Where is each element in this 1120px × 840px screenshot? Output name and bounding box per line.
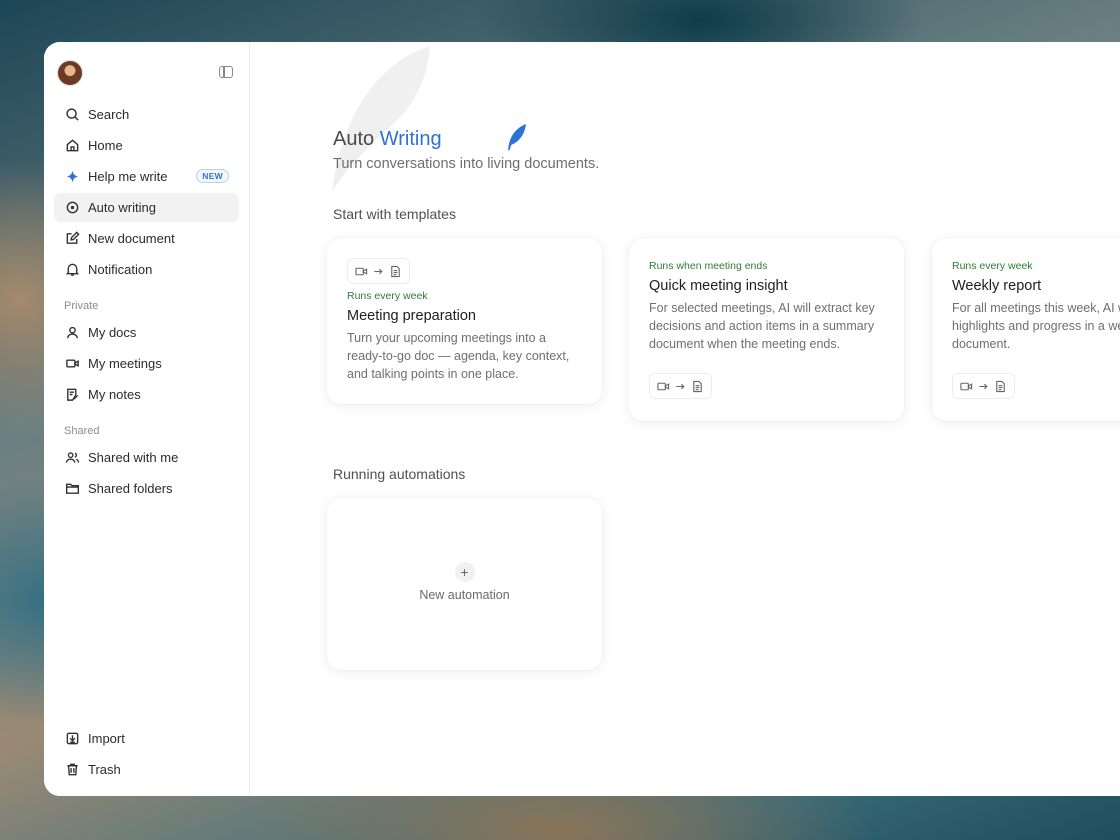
app-window: Search Home Help me write NEW Auto writi… bbox=[44, 42, 1120, 796]
template-card-meeting-preparation[interactable]: Runs every week Meeting preparation Turn… bbox=[327, 238, 602, 404]
video-icon bbox=[657, 382, 670, 390]
nav-item-label: Auto writing bbox=[88, 200, 156, 215]
sidebar-footer: Import Trash bbox=[44, 724, 249, 786]
home-icon bbox=[64, 138, 80, 154]
card-title: Meeting preparation bbox=[347, 308, 476, 324]
card-title: Weekly report bbox=[952, 278, 1042, 294]
nav-item-label: Shared with me bbox=[88, 450, 179, 465]
nav-item-new-document[interactable]: New document bbox=[54, 224, 239, 253]
nav-item-help-me-write[interactable]: Help me write NEW bbox=[54, 162, 239, 191]
nav-item-my-meetings[interactable]: My meetings bbox=[54, 349, 239, 378]
flow-chip bbox=[347, 258, 410, 284]
flow-chip bbox=[952, 373, 1015, 399]
new-automation-card[interactable]: + New automation bbox=[327, 498, 602, 670]
section-label-private: Private bbox=[64, 300, 99, 312]
section-label-shared: Shared bbox=[64, 425, 100, 437]
nav-item-shared-folders[interactable]: Shared folders bbox=[54, 474, 239, 503]
avatar[interactable] bbox=[58, 61, 82, 85]
nav-item-label: My notes bbox=[88, 387, 141, 402]
page-subtitle: Turn conversations into living documents… bbox=[333, 156, 600, 172]
nav-item-label: Shared folders bbox=[88, 481, 173, 496]
private-nav: My docs My meetings My notes bbox=[44, 318, 249, 409]
edit-icon bbox=[64, 231, 80, 247]
feather-icon bbox=[508, 124, 526, 151]
arrow-right-icon bbox=[374, 268, 383, 274]
video-icon bbox=[960, 382, 973, 390]
trash-icon bbox=[64, 762, 80, 778]
templates-heading: Start with templates bbox=[333, 206, 456, 222]
nav-item-label: My meetings bbox=[88, 356, 162, 371]
arrow-right-icon bbox=[676, 383, 685, 389]
plus-icon: + bbox=[454, 562, 475, 582]
import-icon bbox=[64, 731, 80, 747]
video-icon bbox=[64, 356, 80, 372]
page-title-accent: Writing bbox=[379, 128, 442, 150]
nav-item-trash[interactable]: Trash bbox=[54, 755, 239, 784]
feather-watermark-icon bbox=[332, 46, 430, 192]
sidebar: Search Home Help me write NEW Auto writi… bbox=[44, 42, 250, 796]
nav-item-label: Import bbox=[88, 731, 125, 746]
nav-item-label: My docs bbox=[88, 325, 137, 340]
runs-schedule: Runs every week bbox=[347, 290, 428, 302]
person-icon bbox=[64, 325, 80, 341]
card-title: Quick meeting insight bbox=[649, 278, 788, 294]
runs-schedule: Runs when meeting ends bbox=[649, 260, 768, 272]
nav-item-label: Home bbox=[88, 138, 123, 153]
template-card-quick-meeting-insight[interactable]: Runs when meeting ends Quick meeting ins… bbox=[629, 238, 904, 421]
new-automation-label: New automation bbox=[419, 588, 510, 602]
nav-item-notification[interactable]: Notification bbox=[54, 255, 239, 284]
document-icon bbox=[693, 380, 702, 392]
document-icon bbox=[996, 380, 1005, 392]
nav-item-label: Trash bbox=[88, 762, 121, 777]
video-icon bbox=[355, 267, 368, 275]
notes-icon bbox=[64, 387, 80, 403]
main-nav: Search Home Help me write NEW Auto writi… bbox=[44, 100, 249, 284]
card-description: Turn your upcoming meetings into a ready… bbox=[347, 331, 570, 381]
flow-chip bbox=[649, 373, 712, 399]
nav-item-my-notes[interactable]: My notes bbox=[54, 380, 239, 409]
running-automations-heading: Running automations bbox=[333, 466, 466, 482]
nav-item-import[interactable]: Import bbox=[54, 724, 239, 753]
shared-nav: Shared with me Shared folders bbox=[44, 443, 249, 503]
nav-item-home[interactable]: Home bbox=[54, 131, 239, 160]
nav-item-shared-with-me[interactable]: Shared with me bbox=[54, 443, 239, 472]
card-description: For selected meetings, AI will extract k… bbox=[649, 301, 875, 351]
sparkle-icon bbox=[64, 169, 80, 185]
bell-icon bbox=[64, 262, 80, 278]
page-title-prefix: Auto bbox=[333, 128, 375, 150]
new-badge: NEW bbox=[196, 169, 229, 183]
auto-writing-icon bbox=[64, 200, 80, 216]
people-icon bbox=[64, 450, 80, 466]
sidebar-header bbox=[44, 42, 249, 100]
nav-item-label: Notification bbox=[88, 262, 153, 277]
sidebar-toggle-icon[interactable] bbox=[219, 66, 233, 78]
page-title: Auto Writing bbox=[333, 128, 442, 151]
nav-item-label: New document bbox=[88, 231, 175, 246]
search-icon bbox=[64, 107, 80, 123]
nav-item-search[interactable]: Search bbox=[54, 100, 239, 129]
nav-item-my-docs[interactable]: My docs bbox=[54, 318, 239, 347]
arrow-right-icon bbox=[979, 383, 988, 389]
document-icon bbox=[391, 265, 400, 277]
main-content: Auto Writing Turn conversations into liv… bbox=[250, 42, 1120, 796]
template-card-weekly-report[interactable]: Runs every week Weekly report For all me… bbox=[932, 238, 1120, 421]
folder-icon bbox=[64, 481, 80, 497]
nav-item-auto-writing[interactable]: Auto writing bbox=[54, 193, 239, 222]
nav-item-label: Help me write bbox=[88, 169, 168, 184]
card-description: For all meetings this week, AI will comp… bbox=[952, 301, 1120, 351]
runs-schedule: Runs every week bbox=[952, 260, 1033, 272]
nav-item-label: Search bbox=[88, 107, 130, 122]
